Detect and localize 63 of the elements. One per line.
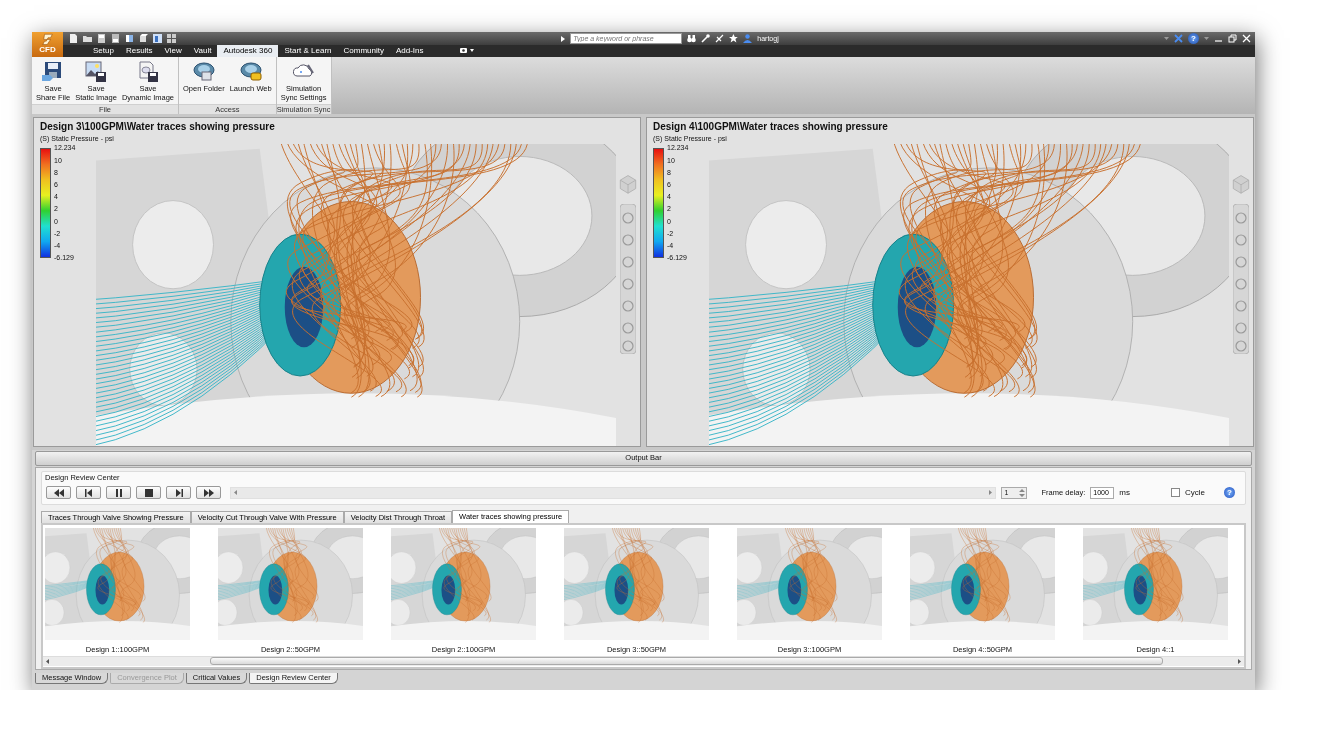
step-forward-icon: [173, 488, 184, 497]
viewport-title: Design 3\100GPM\Water traces showing pressure: [39, 120, 276, 134]
rewind-button[interactable]: [46, 486, 71, 500]
viewport-title: Design 4\100GPM\Water traces showing pressure: [652, 120, 889, 134]
step-forward-button[interactable]: [166, 486, 191, 500]
cycle-checkbox[interactable]: [1171, 488, 1180, 498]
step-back-icon: [83, 488, 94, 497]
result-thumbnail-drawing[interactable]: [737, 527, 882, 640]
result-thumbnail-drawing[interactable]: [910, 527, 1055, 640]
ribbon-tab[interactable]: View: [158, 45, 188, 57]
picture-disk-icon: [85, 61, 108, 82]
timeline-track[interactable]: [230, 486, 996, 499]
stop-button[interactable]: [136, 486, 161, 500]
save-all-icon[interactable]: [111, 34, 120, 43]
ribbon-tab[interactable]: Add-Ins: [389, 45, 430, 57]
caret-icon[interactable]: [1164, 37, 1169, 40]
save-icon[interactable]: [97, 34, 106, 43]
result-thumbnail-drawing[interactable]: [218, 527, 363, 640]
rewind-icon: [53, 488, 64, 497]
user-icon[interactable]: [743, 34, 753, 43]
left-arrow-icon[interactable]: [46, 658, 49, 664]
globe-link-icon: [239, 61, 262, 82]
pause-button[interactable]: [106, 486, 131, 500]
unit-label: ms: [1119, 488, 1130, 498]
pause-icon: [113, 488, 124, 497]
binoculars-icon[interactable]: [687, 34, 697, 43]
ribbon-tab[interactable]: Community: [337, 45, 390, 57]
result-thumbnail-drawing[interactable]: [564, 527, 709, 640]
ribbon-tab[interactable]: Setup: [87, 45, 120, 57]
restore-icon[interactable]: [1228, 34, 1237, 43]
ribbon-tab[interactable]: Autodesk 360: [217, 45, 279, 57]
ribbon-tab[interactable]: Start & Learn: [278, 45, 338, 57]
cube-icon[interactable]: [139, 34, 148, 43]
ribbon-tab[interactable]: Vault: [187, 45, 218, 57]
spin-arrows-icon: [1018, 487, 1025, 498]
globe-folder-icon: [192, 61, 215, 82]
left-arrow-icon[interactable]: [234, 490, 237, 496]
result-thumbnail-drawing[interactable]: [391, 527, 536, 640]
logo-icon: [41, 33, 54, 45]
right-arrow-icon[interactable]: [1238, 658, 1241, 664]
window-icon[interactable]: [125, 34, 134, 43]
fast-forward-button[interactable]: [196, 486, 221, 500]
wrench-icon[interactable]: [701, 34, 711, 43]
caret-icon[interactable]: [1204, 37, 1209, 40]
new-file-icon[interactable]: [69, 34, 78, 43]
result-thumbnail-drawing[interactable]: [45, 527, 190, 640]
ribbon-tab[interactable]: Results: [119, 45, 159, 57]
scrollbar-thumb[interactable]: [210, 657, 1163, 666]
horizontal-scrollbar[interactable]: [43, 655, 1244, 666]
document-disk-icon: [136, 61, 159, 82]
camera-icon[interactable]: [459, 47, 474, 54]
close-icon[interactable]: [1242, 34, 1251, 43]
checkbox-label: Cycle: [1185, 488, 1205, 498]
stop-icon: [143, 488, 154, 497]
right-arrow-icon[interactable]: [988, 490, 992, 496]
open-folder-icon[interactable]: [83, 34, 92, 43]
step-back-button[interactable]: [76, 486, 101, 500]
expand-arrow-icon[interactable]: [561, 35, 566, 42]
fast-forward-icon: [203, 488, 214, 497]
layout-icon[interactable]: [153, 34, 162, 43]
grid-icon[interactable]: [167, 34, 176, 43]
star-icon[interactable]: [729, 34, 739, 43]
result-thumbnail-drawing[interactable]: [1083, 527, 1228, 640]
